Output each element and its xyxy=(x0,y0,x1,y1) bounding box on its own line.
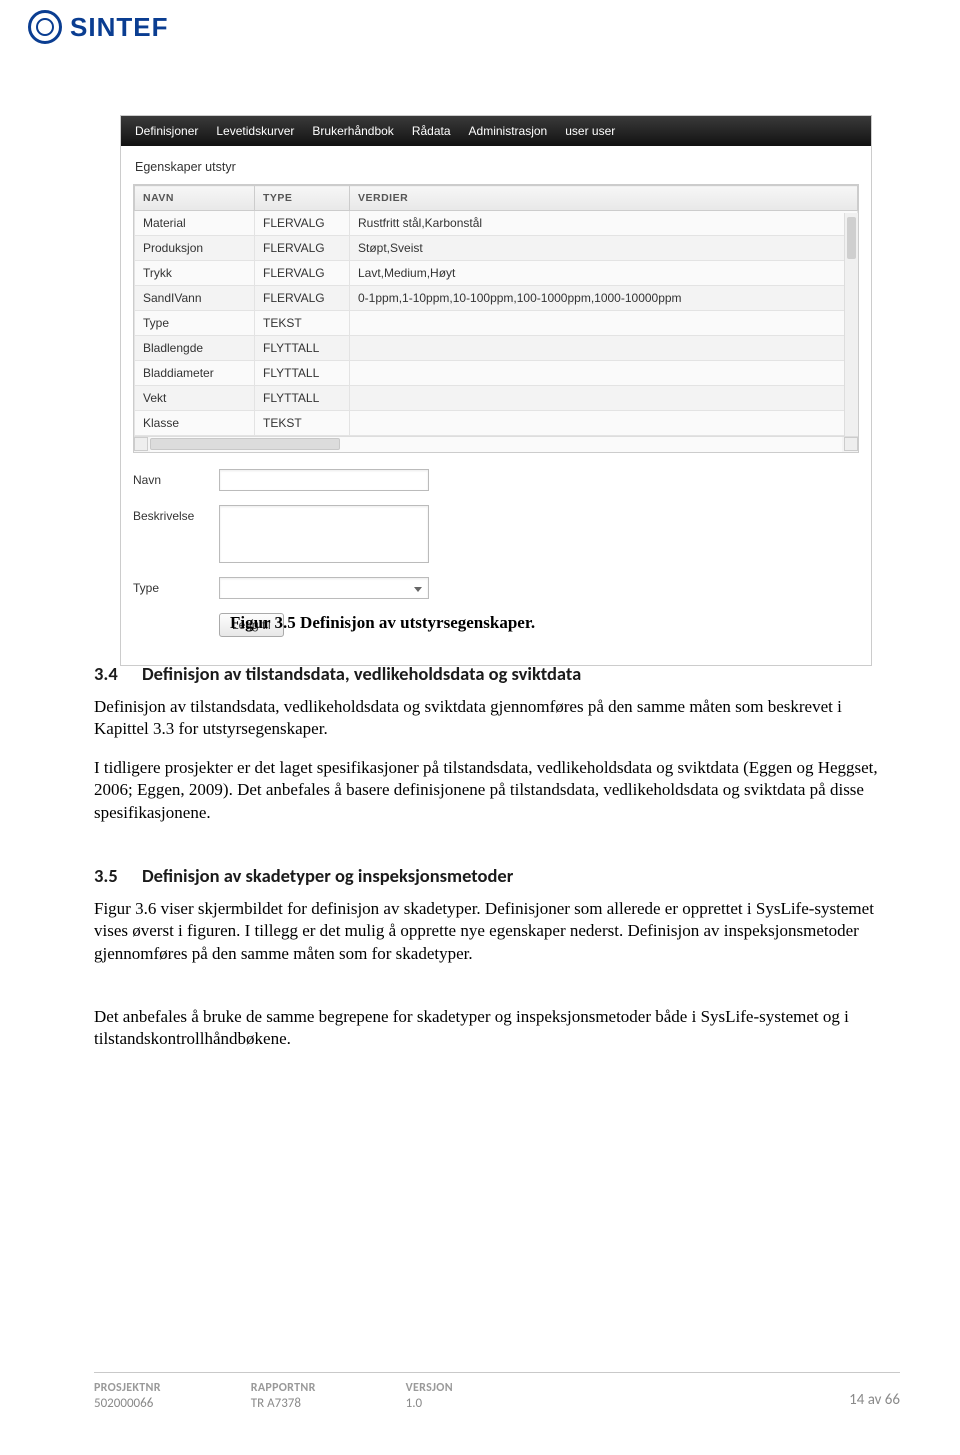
cell-type: FLERVALG xyxy=(255,236,350,261)
heading-3-4: 3.4Definisjon av tilstandsdata, vedlikeh… xyxy=(94,662,894,685)
app-menu-bar: Definisjoner Levetidskurver Brukerhåndbo… xyxy=(121,116,871,146)
footer-rapportnr: RAPPORTNR TR A7378 xyxy=(251,1381,316,1411)
heading-3-5: 3.5Definisjon av skadetyper og inspeksjo… xyxy=(94,864,894,887)
table-row[interactable]: KlasseTEKST xyxy=(135,411,858,436)
cell-navn: Material xyxy=(135,211,255,236)
cell-navn: Vekt xyxy=(135,386,255,411)
heading-number: 3.5 xyxy=(94,864,142,887)
chevron-right-icon[interactable] xyxy=(844,437,858,451)
table-row[interactable]: ProduksjonFLERVALGStøpt,Sveist xyxy=(135,236,858,261)
horizontal-scrollbar[interactable] xyxy=(134,436,858,452)
table-row[interactable]: TrykkFLERVALGLavt,Medium,Høyt xyxy=(135,261,858,286)
cell-navn: Bladdiameter xyxy=(135,361,255,386)
cell-navn: Produksjon xyxy=(135,236,255,261)
paragraph: I tidligere prosjekter er det laget spes… xyxy=(94,757,889,824)
chevron-left-icon[interactable] xyxy=(134,437,148,451)
cell-verdier: 0-1ppm,1-10ppm,10-100ppm,100-1000ppm,100… xyxy=(350,286,858,311)
col-header-navn[interactable]: NAVN xyxy=(135,186,255,211)
menu-administrasjon[interactable]: Administrasjon xyxy=(469,124,548,138)
cell-verdier xyxy=(350,311,858,336)
cell-type: FLERVALG xyxy=(255,286,350,311)
footer-versjon: VERSJON 1.0 xyxy=(406,1381,453,1411)
brand-logo-icon xyxy=(28,10,62,44)
paragraph: Det anbefales å bruke de samme begrepene… xyxy=(94,1006,889,1051)
select-type[interactable] xyxy=(219,577,429,599)
footer-label: PROSJEKTNR xyxy=(94,1381,161,1395)
app-screenshot: Definisjoner Levetidskurver Brukerhåndbo… xyxy=(120,115,872,666)
cell-navn: Klasse xyxy=(135,411,255,436)
cell-navn: SandIVann xyxy=(135,286,255,311)
figure-caption: Figur 3.5 Definisjon av utstyrsegenskape… xyxy=(230,613,790,633)
cell-type: TEKST xyxy=(255,411,350,436)
footer-value: 1.0 xyxy=(406,1396,453,1411)
menu-radata[interactable]: Rådata xyxy=(412,124,451,138)
cell-verdier: Støpt,Sveist xyxy=(350,236,858,261)
section-title: Egenskaper utstyr xyxy=(135,160,857,174)
col-header-verdier[interactable]: VERDIER xyxy=(350,186,858,211)
footer-prosjektnr: PROSJEKTNR 502000066 xyxy=(94,1381,161,1411)
cell-verdier xyxy=(350,336,858,361)
input-beskrivelse[interactable] xyxy=(219,505,429,563)
table-row[interactable]: VektFLYTTALL xyxy=(135,386,858,411)
footer-value: 502000066 xyxy=(94,1396,161,1411)
cell-verdier xyxy=(350,411,858,436)
footer-label: VERSJON xyxy=(406,1381,453,1395)
table-row[interactable]: SandIVannFLERVALG0-1ppm,1-10ppm,10-100pp… xyxy=(135,286,858,311)
add-property-form: Navn Beskrivelse Type Legg til xyxy=(133,469,859,637)
cell-navn: Bladlengde xyxy=(135,336,255,361)
col-header-type[interactable]: TYPE xyxy=(255,186,350,211)
cell-type: FLYTTALL xyxy=(255,361,350,386)
table-row[interactable]: MaterialFLERVALGRustfritt stål,Karbonstå… xyxy=(135,211,858,236)
cell-verdier xyxy=(350,361,858,386)
cell-verdier xyxy=(350,386,858,411)
menu-levetidskurver[interactable]: Levetidskurver xyxy=(216,124,294,138)
vertical-scrollbar[interactable] xyxy=(844,213,858,452)
cell-type: FLYTTALL xyxy=(255,386,350,411)
cell-type: TEKST xyxy=(255,311,350,336)
properties-table-wrap: NAVN TYPE VERDIER MaterialFLERVALGRustfr… xyxy=(133,184,859,453)
heading-text: Definisjon av skadetyper og inspeksjonsm… xyxy=(142,864,513,887)
page-number: 14 av 66 xyxy=(849,1391,900,1409)
page-footer: PROSJEKTNR 502000066 RAPPORTNR TR A7378 … xyxy=(94,1372,900,1411)
menu-user[interactable]: user user xyxy=(565,124,615,138)
table-row[interactable]: BladlengdeFLYTTALL xyxy=(135,336,858,361)
input-navn[interactable] xyxy=(219,469,429,491)
brand-name: SINTEF xyxy=(70,12,168,43)
table-row[interactable]: BladdiameterFLYTTALL xyxy=(135,361,858,386)
footer-label: RAPPORTNR xyxy=(251,1381,316,1395)
brand-header: SINTEF xyxy=(28,10,168,44)
menu-brukerhandbok[interactable]: Brukerhåndbok xyxy=(312,124,393,138)
cell-type: FLYTTALL xyxy=(255,336,350,361)
heading-text: Definisjon av tilstandsdata, vedlikehold… xyxy=(142,662,581,685)
cell-verdier: Lavt,Medium,Høyt xyxy=(350,261,858,286)
paragraph: Definisjon av tilstandsdata, vedlikehold… xyxy=(94,696,889,741)
cell-type: FLERVALG xyxy=(255,261,350,286)
label-navn: Navn xyxy=(133,469,219,487)
properties-table: NAVN TYPE VERDIER MaterialFLERVALGRustfr… xyxy=(134,185,858,436)
table-row[interactable]: TypeTEKST xyxy=(135,311,858,336)
footer-value: TR A7378 xyxy=(251,1396,316,1411)
menu-definisjoner[interactable]: Definisjoner xyxy=(135,124,198,138)
cell-type: FLERVALG xyxy=(255,211,350,236)
heading-number: 3.4 xyxy=(94,662,142,685)
paragraph: Figur 3.6 viser skjermbildet for definis… xyxy=(94,898,889,965)
cell-verdier: Rustfritt stål,Karbonstål xyxy=(350,211,858,236)
label-type: Type xyxy=(133,577,219,595)
label-beskrivelse: Beskrivelse xyxy=(133,505,219,523)
cell-navn: Trykk xyxy=(135,261,255,286)
cell-navn: Type xyxy=(135,311,255,336)
